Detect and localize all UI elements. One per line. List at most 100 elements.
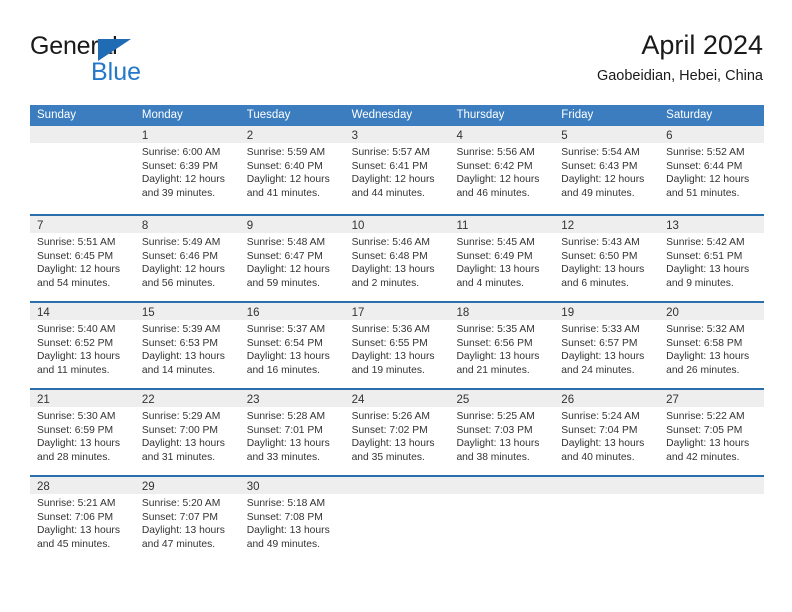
sunset-text: Sunset: 7:01 PM bbox=[246, 424, 323, 436]
day-number-band: 9 bbox=[239, 216, 345, 233]
day-cell[interactable]: 26 Sunrise: 5:24 AM Sunset: 7:04 PM Dayl… bbox=[554, 390, 660, 475]
daylight-text-line2: and 16 minutes. bbox=[246, 364, 320, 376]
day-cell[interactable]: 28 Sunrise: 5:21 AM Sunset: 7:06 PM Dayl… bbox=[30, 477, 135, 563]
day-cell[interactable]: 2 Sunrise: 5:59 AM Sunset: 6:40 PM Dayli… bbox=[239, 126, 345, 214]
sunset-text: Sunset: 6:59 PM bbox=[37, 424, 114, 436]
day-cell[interactable]: 29 Sunrise: 5:20 AM Sunset: 7:07 PM Dayl… bbox=[134, 477, 240, 563]
day-details: Sunrise: 5:59 AM Sunset: 6:40 PM Dayligh… bbox=[240, 143, 345, 200]
daylight-text-line1: Daylight: 13 hours bbox=[246, 438, 330, 450]
day-details bbox=[345, 494, 450, 497]
day-cell[interactable]: 24 Sunrise: 5:26 AM Sunset: 7:02 PM Dayl… bbox=[344, 390, 450, 475]
day-number-band: 29 bbox=[134, 477, 240, 494]
day-cell[interactable]: 21 Sunrise: 5:30 AM Sunset: 6:59 PM Dayl… bbox=[30, 390, 135, 475]
day-cell[interactable]: 11 Sunrise: 5:45 AM Sunset: 6:49 PM Dayl… bbox=[449, 216, 555, 301]
day-cell[interactable]: 23 Sunrise: 5:28 AM Sunset: 7:01 PM Dayl… bbox=[239, 390, 345, 475]
sunrise-text: Sunrise: 5:45 AM bbox=[456, 237, 535, 248]
daylight-text-line1: Daylight: 12 hours bbox=[141, 264, 225, 276]
sunset-text: Sunset: 6:44 PM bbox=[666, 160, 743, 172]
location-subtitle: Gaobeidian, Hebei, China bbox=[596, 68, 763, 84]
daylight-text-line1: Daylight: 13 hours bbox=[666, 438, 750, 450]
sunrise-text: Sunrise: 5:46 AM bbox=[351, 237, 430, 248]
day-cell[interactable]: 30 Sunrise: 5:18 AM Sunset: 7:08 PM Dayl… bbox=[239, 477, 345, 563]
day-cell[interactable]: 20 Sunrise: 5:32 AM Sunset: 6:58 PM Dayl… bbox=[659, 303, 765, 388]
sunrise-text: Sunrise: 5:36 AM bbox=[351, 324, 430, 335]
day-cell[interactable]: 18 Sunrise: 5:35 AM Sunset: 6:56 PM Dayl… bbox=[449, 303, 555, 388]
day-details: Sunrise: 5:33 AM Sunset: 6:57 PM Dayligh… bbox=[554, 320, 659, 377]
day-details: Sunrise: 5:24 AM Sunset: 7:04 PM Dayligh… bbox=[554, 407, 659, 464]
day-cell[interactable]: 13 Sunrise: 5:42 AM Sunset: 6:51 PM Dayl… bbox=[659, 216, 765, 301]
daylight-text-line2: and 42 minutes. bbox=[666, 451, 740, 463]
daylight-text-line1: Daylight: 12 hours bbox=[561, 174, 645, 186]
day-details: Sunrise: 5:42 AM Sunset: 6:51 PM Dayligh… bbox=[659, 233, 764, 290]
week-row: 14 Sunrise: 5:40 AM Sunset: 6:52 PM Dayl… bbox=[30, 301, 765, 388]
day-details bbox=[449, 494, 554, 497]
day-number-band: 26 bbox=[554, 390, 660, 407]
day-cell[interactable]: 1 Sunrise: 6:00 AM Sunset: 6:39 PM Dayli… bbox=[134, 126, 240, 214]
day-cell[interactable]: 4 Sunrise: 5:56 AM Sunset: 6:42 PM Dayli… bbox=[449, 126, 555, 214]
day-cell[interactable]: 12 Sunrise: 5:43 AM Sunset: 6:50 PM Dayl… bbox=[554, 216, 660, 301]
day-cell[interactable]: 15 Sunrise: 5:39 AM Sunset: 6:53 PM Dayl… bbox=[134, 303, 240, 388]
day-number: 2 bbox=[246, 130, 254, 142]
day-number-band: 24 bbox=[344, 390, 450, 407]
day-number: 17 bbox=[351, 307, 365, 319]
day-cell[interactable]: 6 Sunrise: 5:52 AM Sunset: 6:44 PM Dayli… bbox=[659, 126, 765, 214]
day-details: Sunrise: 5:39 AM Sunset: 6:53 PM Dayligh… bbox=[135, 320, 240, 377]
day-number: 19 bbox=[561, 307, 575, 319]
day-details: Sunrise: 5:45 AM Sunset: 6:49 PM Dayligh… bbox=[449, 233, 554, 290]
calendar-grid: Sunday Monday Tuesday Wednesday Thursday… bbox=[30, 105, 765, 563]
day-number: 12 bbox=[561, 220, 575, 232]
day-cell[interactable]: 3 Sunrise: 5:57 AM Sunset: 6:41 PM Dayli… bbox=[344, 126, 450, 214]
day-cell[interactable]: 19 Sunrise: 5:33 AM Sunset: 6:57 PM Dayl… bbox=[554, 303, 660, 388]
sunset-text: Sunset: 7:04 PM bbox=[561, 424, 638, 436]
day-cell[interactable]: 14 Sunrise: 5:40 AM Sunset: 6:52 PM Dayl… bbox=[30, 303, 135, 388]
day-cell[interactable]: 22 Sunrise: 5:29 AM Sunset: 7:00 PM Dayl… bbox=[134, 390, 240, 475]
day-number: 13 bbox=[666, 220, 679, 232]
day-cell[interactable]: 17 Sunrise: 5:36 AM Sunset: 6:55 PM Dayl… bbox=[344, 303, 450, 388]
day-cell bbox=[449, 477, 555, 563]
day-number: 7 bbox=[37, 220, 44, 232]
daylight-text-line2: and 2 minutes. bbox=[351, 277, 420, 289]
day-cell[interactable]: 25 Sunrise: 5:25 AM Sunset: 7:03 PM Dayl… bbox=[449, 390, 555, 475]
sunrise-text: Sunrise: 5:40 AM bbox=[37, 324, 116, 335]
sunset-text: Sunset: 6:40 PM bbox=[246, 160, 323, 172]
day-details: Sunrise: 5:30 AM Sunset: 6:59 PM Dayligh… bbox=[30, 407, 135, 464]
day-number-band: 19 bbox=[554, 303, 660, 320]
daylight-text-line2: and 44 minutes. bbox=[351, 187, 425, 199]
day-details: Sunrise: 5:46 AM Sunset: 6:48 PM Dayligh… bbox=[345, 233, 450, 290]
week-row: 28 Sunrise: 5:21 AM Sunset: 7:06 PM Dayl… bbox=[30, 475, 765, 563]
sunset-text: Sunset: 7:08 PM bbox=[246, 511, 323, 523]
day-number-band: 6 bbox=[659, 126, 765, 143]
daylight-text-line1: Daylight: 13 hours bbox=[456, 351, 540, 363]
daylight-text-line1: Daylight: 12 hours bbox=[37, 264, 120, 276]
day-number-band: 18 bbox=[449, 303, 555, 320]
day-number-band: 17 bbox=[344, 303, 450, 320]
day-details: Sunrise: 5:22 AM Sunset: 7:05 PM Dayligh… bbox=[659, 407, 764, 464]
sunset-text: Sunset: 6:49 PM bbox=[456, 250, 533, 262]
day-number: 28 bbox=[37, 481, 50, 493]
day-cell[interactable]: 9 Sunrise: 5:48 AM Sunset: 6:47 PM Dayli… bbox=[239, 216, 345, 301]
daylight-text-line1: Daylight: 13 hours bbox=[37, 438, 120, 450]
day-number: 30 bbox=[246, 481, 260, 493]
daylight-text-line2: and 54 minutes. bbox=[37, 277, 111, 289]
day-number-band: 12 bbox=[554, 216, 660, 233]
day-number-band: 23 bbox=[239, 390, 345, 407]
daylight-text-line1: Daylight: 12 hours bbox=[666, 174, 750, 186]
day-details: Sunrise: 5:43 AM Sunset: 6:50 PM Dayligh… bbox=[554, 233, 659, 290]
sunrise-text: Sunrise: 5:32 AM bbox=[666, 324, 745, 335]
day-cell[interactable]: 8 Sunrise: 5:49 AM Sunset: 6:46 PM Dayli… bbox=[134, 216, 240, 301]
day-cell[interactable]: 7 Sunrise: 5:51 AM Sunset: 6:45 PM Dayli… bbox=[30, 216, 135, 301]
day-cell[interactable]: 10 Sunrise: 5:46 AM Sunset: 6:48 PM Dayl… bbox=[344, 216, 450, 301]
sunrise-text: Sunrise: 5:56 AM bbox=[456, 147, 535, 158]
day-cell[interactable]: 5 Sunrise: 5:54 AM Sunset: 6:43 PM Dayli… bbox=[554, 126, 660, 214]
general-blue-logo[interactable]: General Blue bbox=[30, 32, 160, 88]
day-number-band: 8 bbox=[134, 216, 240, 233]
day-details bbox=[554, 494, 659, 497]
daylight-text-line2: and 56 minutes. bbox=[141, 277, 216, 289]
daylight-text-line1: Daylight: 13 hours bbox=[246, 525, 330, 537]
daylight-text-line1: Daylight: 13 hours bbox=[351, 264, 435, 276]
day-cell[interactable]: 27 Sunrise: 5:22 AM Sunset: 7:05 PM Dayl… bbox=[659, 390, 765, 475]
sunset-text: Sunset: 7:00 PM bbox=[141, 424, 218, 436]
day-cell[interactable]: 16 Sunrise: 5:37 AM Sunset: 6:54 PM Dayl… bbox=[239, 303, 345, 388]
day-number-band: 7 bbox=[30, 216, 135, 233]
day-details: Sunrise: 5:25 AM Sunset: 7:03 PM Dayligh… bbox=[449, 407, 554, 464]
